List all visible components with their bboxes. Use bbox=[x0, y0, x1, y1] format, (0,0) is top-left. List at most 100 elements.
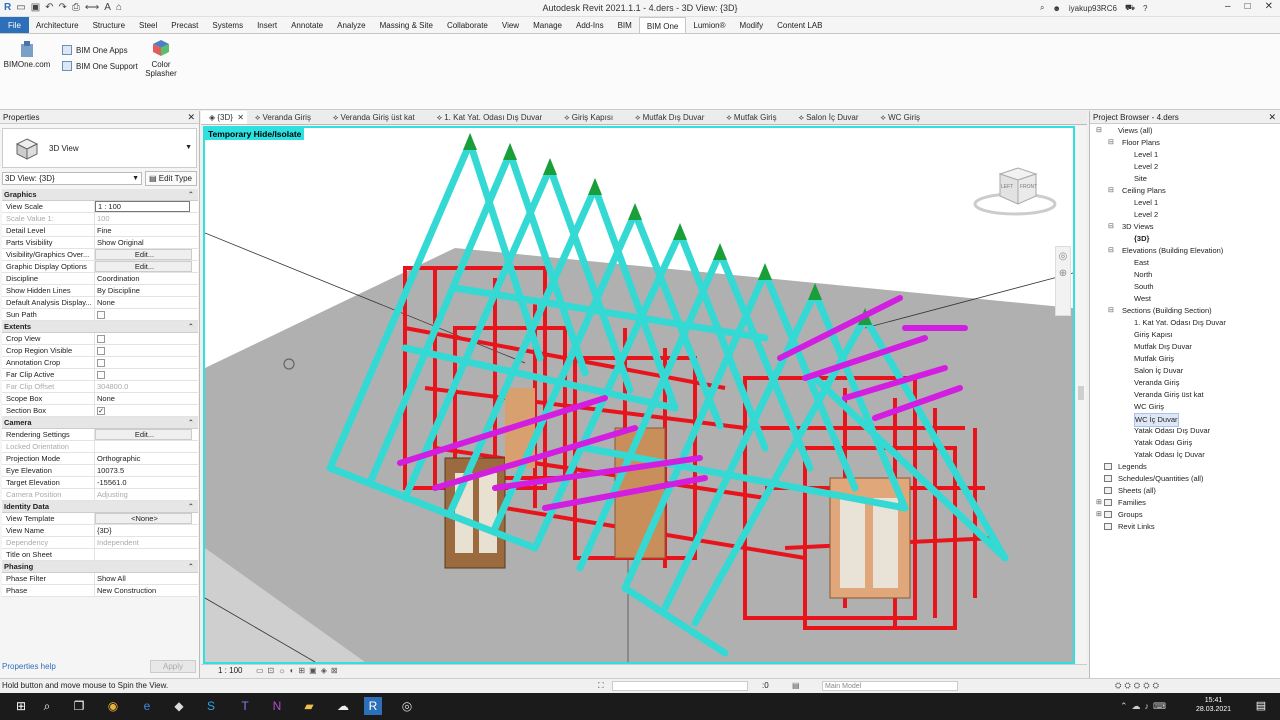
notifications-icon[interactable]: ▤ bbox=[1252, 697, 1270, 715]
onenote-icon[interactable]: N bbox=[268, 697, 286, 715]
browser-node[interactable]: ⊟ Views (all) bbox=[1090, 125, 1280, 137]
browser-node[interactable]: ⊞ Groups bbox=[1090, 509, 1280, 521]
browser-node[interactable]: North bbox=[1090, 269, 1280, 281]
collapse-icon[interactable]: ⌃ bbox=[188, 501, 194, 513]
collapse-toggle-icon[interactable]: ⊟ bbox=[1108, 221, 1114, 233]
property-checkbox[interactable] bbox=[97, 335, 105, 343]
property-value[interactable] bbox=[95, 345, 198, 356]
steering-wheel-icon[interactable]: ◎ bbox=[1056, 251, 1070, 262]
collapse-icon[interactable]: ⌃ bbox=[188, 321, 194, 333]
view-tab[interactable]: ⟡ Veranda Giriş üst kat bbox=[325, 111, 429, 124]
ribbon-tab-view[interactable]: View bbox=[495, 17, 526, 33]
properties-help-link[interactable]: Properties help bbox=[2, 662, 56, 671]
edge-icon[interactable]: e bbox=[138, 697, 156, 715]
property-value[interactable]: 1 : 100 bbox=[95, 201, 190, 212]
property-value[interactable]: Edit... bbox=[95, 249, 192, 260]
collapse-toggle-icon[interactable]: ⊟ bbox=[1096, 125, 1102, 137]
property-group[interactable]: Camera ⌃ bbox=[2, 417, 198, 429]
minimize-button[interactable]: – bbox=[1225, 1, 1231, 12]
ribbon-tab-massing-site[interactable]: Massing & Site bbox=[373, 17, 440, 33]
close-icon[interactable]: ✕ bbox=[187, 111, 195, 124]
browser-node[interactable]: Level 2 bbox=[1090, 209, 1280, 221]
chrome-icon[interactable]: ◉ bbox=[104, 697, 122, 715]
close-tab-icon[interactable]: ✕ bbox=[237, 111, 244, 125]
browser-node[interactable]: ⊟ Sections (Building Section) bbox=[1090, 305, 1280, 317]
view-tab[interactable]: ⟡ Mutfak Dış Duvar bbox=[627, 111, 718, 124]
view-tab[interactable]: ⟡ Salon İç Duvar bbox=[791, 111, 873, 124]
clock[interactable]: 15:41 28.03.2021 bbox=[1196, 696, 1231, 714]
view-instance-dropdown[interactable]: 3D View: {3D} ▼ bbox=[2, 172, 142, 185]
ribbon-tab-file[interactable]: File bbox=[0, 17, 29, 33]
property-value[interactable]: Edit... bbox=[95, 429, 192, 440]
browser-node[interactable]: East bbox=[1090, 257, 1280, 269]
collapse-icon[interactable]: ⌃ bbox=[188, 189, 194, 201]
view-tab[interactable]: ⟡ Veranda Giriş bbox=[247, 111, 325, 124]
property-value[interactable] bbox=[95, 369, 198, 380]
collapse-icon[interactable]: ⌃ bbox=[188, 417, 194, 429]
user-name[interactable]: iyakup93RC6 bbox=[1069, 4, 1117, 13]
property-group[interactable]: Extents ⌃ bbox=[2, 321, 198, 333]
property-checkbox[interactable] bbox=[97, 311, 105, 319]
property-value[interactable] bbox=[95, 549, 198, 560]
ribbon-tab-modify[interactable]: Modify bbox=[733, 17, 771, 33]
ribbon-tab-bim-one[interactable]: BIM One bbox=[638, 17, 687, 33]
property-checkbox[interactable] bbox=[97, 371, 105, 379]
property-value[interactable]: Fine bbox=[95, 225, 198, 236]
browser-node[interactable]: Schedules/Quantities (all) bbox=[1090, 473, 1280, 485]
design-option-dropdown[interactable]: Main Model bbox=[822, 681, 958, 691]
view-tab[interactable]: ⟡ 1. Kat Yat. Odası Dış Duvar bbox=[429, 111, 556, 124]
viewcube[interactable]: LEFT FRONT bbox=[970, 160, 1060, 220]
zoom-icon[interactable]: ⊕ bbox=[1056, 268, 1070, 279]
close-button[interactable]: ✕ bbox=[1265, 1, 1273, 12]
type-selector[interactable]: 3D View ▼ bbox=[2, 128, 197, 168]
close-icon[interactable]: ✕ bbox=[1268, 111, 1276, 124]
revit-taskbar-icon[interactable]: R bbox=[364, 697, 382, 715]
teams-icon[interactable]: T bbox=[236, 697, 254, 715]
help-icon[interactable]: ? bbox=[1143, 4, 1147, 13]
property-checkbox[interactable] bbox=[97, 359, 105, 367]
property-group[interactable]: Phasing ⌃ bbox=[2, 561, 198, 573]
collapse-toggle-icon[interactable]: ⊟ bbox=[1108, 137, 1114, 149]
scroll-thumb[interactable] bbox=[1078, 386, 1084, 400]
property-value[interactable]: None bbox=[95, 297, 198, 308]
bimone-support-button[interactable]: BIM One Support bbox=[62, 61, 138, 71]
property-value[interactable] bbox=[95, 309, 198, 320]
sketch-icon[interactable]: ◆ bbox=[170, 697, 188, 715]
property-value[interactable]: New Construction bbox=[95, 585, 198, 596]
task-view-icon[interactable]: ❐ bbox=[70, 697, 88, 715]
ribbon-tab-lumion-[interactable]: Lumion® bbox=[686, 17, 732, 33]
browser-node[interactable]: Legends bbox=[1090, 461, 1280, 473]
property-value[interactable]: Show All bbox=[95, 573, 198, 584]
browser-node[interactable]: Yatak Odası İç Duvar bbox=[1090, 449, 1280, 461]
property-value[interactable]: Edit... bbox=[95, 261, 192, 272]
bimone-apps-button[interactable]: BIM One Apps bbox=[62, 45, 128, 55]
property-value[interactable] bbox=[95, 333, 198, 344]
ribbon-tab-insert[interactable]: Insert bbox=[250, 17, 284, 33]
browser-node[interactable]: Veranda Giriş üst kat bbox=[1090, 389, 1280, 401]
browser-node[interactable]: {3D} bbox=[1090, 233, 1280, 245]
edit-type-button[interactable]: ▤ Edit Type bbox=[145, 171, 197, 186]
ribbon-tab-collaborate[interactable]: Collaborate bbox=[440, 17, 495, 33]
browser-node[interactable]: Giriş Kapısı bbox=[1090, 329, 1280, 341]
ribbon-tab-analyze[interactable]: Analyze bbox=[330, 17, 372, 33]
3d-viewport[interactable]: Temporary Hide/Isolate LEFT FRONT ◎ ⊕ bbox=[203, 126, 1075, 664]
app-icon[interactable]: ◎ bbox=[398, 697, 416, 715]
skype-icon[interactable]: S bbox=[202, 697, 220, 715]
expand-toggle-icon[interactable]: ⊞ bbox=[1096, 497, 1102, 509]
ribbon-tab-steel[interactable]: Steel bbox=[132, 17, 164, 33]
browser-node[interactable]: WC İç Duvar bbox=[1090, 413, 1280, 427]
view-tab[interactable]: ⟡ Giriş Kapısı bbox=[556, 111, 627, 124]
property-value[interactable]: {3D} bbox=[95, 525, 198, 536]
browser-node[interactable]: Revit Links bbox=[1090, 521, 1280, 533]
viewport-scrollbar[interactable] bbox=[1076, 126, 1086, 664]
browser-node[interactable]: Yatak Odası Giriş bbox=[1090, 437, 1280, 449]
property-checkbox[interactable]: ✓ bbox=[97, 407, 105, 415]
browser-node[interactable]: ⊟ 3D Views bbox=[1090, 221, 1280, 233]
ribbon-tab-precast[interactable]: Precast bbox=[164, 17, 205, 33]
property-value[interactable]: None bbox=[95, 393, 198, 404]
worksets-icon[interactable]: ⛶ bbox=[598, 679, 604, 693]
property-value[interactable]: <None> bbox=[95, 513, 192, 524]
browser-node[interactable]: Mutfak Dış Duvar bbox=[1090, 341, 1280, 353]
browser-node[interactable]: Veranda Giriş bbox=[1090, 377, 1280, 389]
browser-node[interactable]: Level 1 bbox=[1090, 197, 1280, 209]
